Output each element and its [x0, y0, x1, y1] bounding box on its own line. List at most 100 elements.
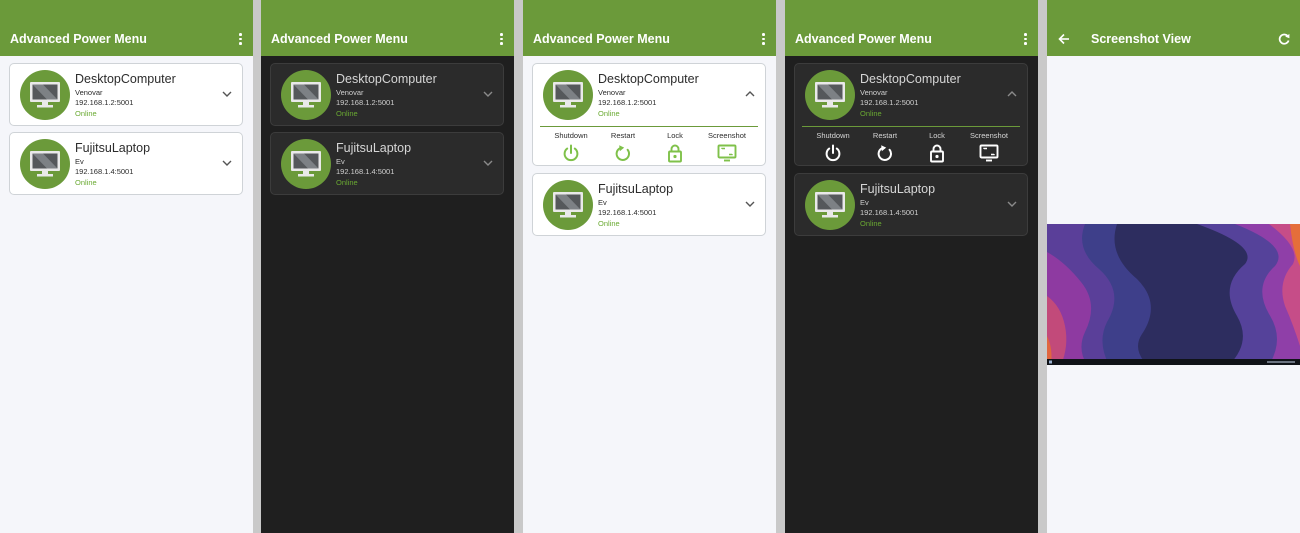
app-bar: Advanced Power Menu	[261, 0, 514, 56]
app-bar: Screenshot View	[1047, 0, 1300, 56]
device-status: Online	[598, 109, 620, 118]
chevron-up-icon[interactable]	[1006, 89, 1018, 99]
shutdown-button[interactable]: Shutdown	[545, 131, 597, 165]
screenshot-button[interactable]: Screenshot	[701, 131, 753, 165]
device-address: 192.168.1.2:5001	[860, 98, 919, 107]
shutdown-button[interactable]: Shutdown	[807, 131, 859, 165]
device-user: Ev	[598, 198, 607, 207]
screen-screenshot-view: Screenshot View	[1047, 0, 1300, 533]
monitor-icon	[805, 70, 855, 120]
screenshot-image	[1047, 224, 1300, 365]
device-card-fujitsulaptop[interactable]: FujitsuLaptop Ev 192.168.1.4:5001 Online	[270, 132, 504, 195]
restart-button[interactable]: Restart	[597, 131, 649, 165]
monitor-icon	[20, 70, 70, 120]
device-user: Venovar	[860, 88, 888, 97]
screen-title: Screenshot View	[1091, 32, 1191, 46]
device-address: 192.168.1.4:5001	[336, 167, 395, 176]
device-status: Online	[75, 109, 97, 118]
restart-icon	[877, 145, 892, 161]
more-vert-icon[interactable]	[497, 32, 505, 46]
monitor-icon	[543, 180, 593, 230]
action-label: Shutdown	[816, 131, 850, 140]
app-bar: Advanced Power Menu	[785, 0, 1038, 56]
device-address: 192.168.1.4:5001	[598, 208, 657, 217]
screenshot-icon	[979, 144, 999, 162]
lock-icon	[930, 144, 944, 163]
action-label: Restart	[610, 131, 636, 140]
device-card-desktopcomputer[interactable]: DesktopComputer Venovar 192.168.1.2:5001…	[9, 63, 243, 126]
more-vert-icon[interactable]	[236, 32, 244, 46]
device-user: Ev	[860, 198, 869, 207]
device-name: FujitsuLaptop	[75, 141, 151, 155]
action-label: Lock	[667, 131, 683, 140]
device-name: FujitsuLaptop	[336, 141, 412, 155]
device-address: 192.168.1.2:5001	[598, 98, 657, 107]
device-address: 192.168.1.2:5001	[336, 98, 395, 107]
app-title: Advanced Power Menu	[533, 32, 670, 46]
device-user: Ev	[336, 157, 345, 166]
device-card-fujitsulaptop[interactable]: FujitsuLaptop Ev 192.168.1.4:5001 Online	[532, 173, 766, 236]
chevron-down-icon[interactable]	[1006, 199, 1018, 209]
screen-light-collapsed: Advanced Power Menu DesktopComputer Veno…	[0, 0, 253, 533]
more-vert-icon[interactable]	[759, 32, 767, 46]
restart-icon	[615, 145, 630, 161]
actions-divider	[802, 126, 1020, 127]
device-address: 192.168.1.4:5001	[860, 208, 919, 217]
device-status: Online	[860, 219, 882, 228]
monitor-icon	[281, 70, 331, 120]
device-address: 192.168.1.2:5001	[75, 98, 134, 107]
power-icon	[563, 144, 579, 162]
app-title: Advanced Power Menu	[10, 32, 147, 46]
more-vert-icon[interactable]	[1021, 32, 1029, 46]
chevron-down-icon[interactable]	[482, 89, 494, 99]
arrow-left-icon[interactable]	[1057, 32, 1071, 46]
device-card-desktopcomputer[interactable]: DesktopComputer Venovar 192.168.1.2:5001…	[532, 63, 766, 166]
monitor-icon	[543, 70, 593, 120]
screen-dark-expanded: Advanced Power Menu DesktopComputer Veno…	[785, 0, 1038, 533]
device-status: Online	[860, 109, 882, 118]
lock-icon	[668, 144, 682, 163]
chevron-down-icon[interactable]	[482, 158, 494, 168]
app-title: Advanced Power Menu	[795, 32, 932, 46]
lock-button[interactable]: Lock	[911, 131, 963, 165]
device-status: Online	[598, 219, 620, 228]
monitor-icon	[805, 180, 855, 230]
device-name: FujitsuLaptop	[598, 182, 674, 196]
device-address: 192.168.1.4:5001	[75, 167, 134, 176]
refresh-icon[interactable]	[1277, 32, 1291, 46]
chevron-down-icon[interactable]	[221, 158, 233, 168]
device-status: Online	[336, 109, 358, 118]
chevron-down-icon[interactable]	[744, 199, 756, 209]
actions-divider	[540, 126, 758, 127]
screen-dark-collapsed: Advanced Power Menu DesktopComputer Veno…	[261, 0, 514, 533]
device-card-fujitsulaptop[interactable]: FujitsuLaptop Ev 192.168.1.4:5001 Online	[794, 173, 1028, 236]
chevron-up-icon[interactable]	[744, 89, 756, 99]
device-name: DesktopComputer	[860, 72, 961, 86]
screen-light-expanded: Advanced Power Menu DesktopComputer Veno…	[523, 0, 776, 533]
action-label: Restart	[872, 131, 898, 140]
device-name: FujitsuLaptop	[860, 182, 936, 196]
action-label: Screenshot	[708, 131, 746, 140]
device-status: Online	[336, 178, 358, 187]
screenshot-icon	[717, 144, 737, 162]
device-name: DesktopComputer	[336, 72, 437, 86]
app-bar: Advanced Power Menu	[523, 0, 776, 56]
device-name: DesktopComputer	[75, 72, 176, 86]
action-label: Lock	[929, 131, 945, 140]
lock-button[interactable]: Lock	[649, 131, 701, 165]
chevron-down-icon[interactable]	[221, 89, 233, 99]
device-status: Online	[75, 178, 97, 187]
device-card-fujitsulaptop[interactable]: FujitsuLaptop Ev 192.168.1.4:5001 Online	[9, 132, 243, 195]
restart-button[interactable]: Restart	[859, 131, 911, 165]
power-icon	[825, 144, 841, 162]
device-card-desktopcomputer[interactable]: DesktopComputer Venovar 192.168.1.2:5001…	[270, 63, 504, 126]
device-name: DesktopComputer	[598, 72, 699, 86]
monitor-icon	[281, 139, 331, 189]
device-user: Ev	[75, 157, 84, 166]
app-title: Advanced Power Menu	[271, 32, 408, 46]
monitor-icon	[20, 139, 70, 189]
device-user: Venovar	[336, 88, 364, 97]
app-bar: Advanced Power Menu	[0, 0, 253, 56]
screenshot-button[interactable]: Screenshot	[963, 131, 1015, 165]
device-card-desktopcomputer[interactable]: DesktopComputer Venovar 192.168.1.2:5001…	[794, 63, 1028, 166]
